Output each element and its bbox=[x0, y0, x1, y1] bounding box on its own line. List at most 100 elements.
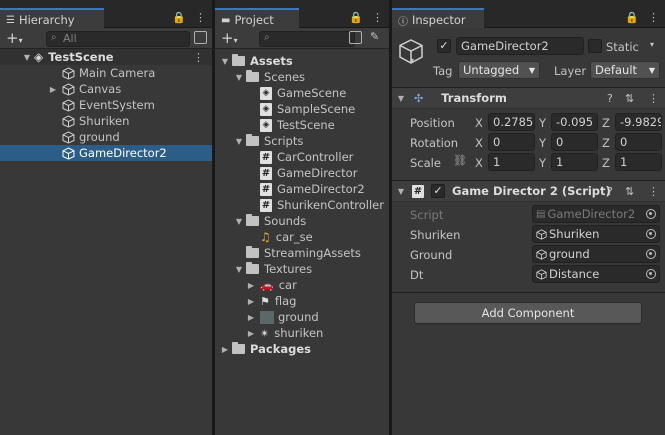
component-menu-icon[interactable]: ⋮ bbox=[648, 92, 659, 105]
shuriken-object-field[interactable]: Shuriken bbox=[532, 225, 660, 243]
tab-hierarchy[interactable]: ☰ Hierarchy bbox=[0, 8, 104, 28]
asset-item[interactable]: ◈ GameScene bbox=[215, 85, 389, 101]
asset-item[interactable]: ▶ ✴ shuriken bbox=[215, 325, 389, 341]
scale-y-field[interactable]: 1 bbox=[551, 153, 598, 171]
scale-z-value: 1 bbox=[620, 155, 628, 169]
scale-z-field[interactable]: 1 bbox=[615, 153, 662, 171]
project-tabbar: ▬ Project 🔒 ⋮ bbox=[215, 0, 389, 28]
folder-row[interactable]: ▼ Scenes bbox=[215, 69, 389, 85]
filter-label-icon[interactable]: ✎ bbox=[370, 30, 379, 43]
lock-icon[interactable]: 🔒 bbox=[349, 11, 363, 24]
asset-item[interactable]: ▶ ⚑ flag bbox=[215, 293, 389, 309]
more-menu-icon[interactable]: ⋮ bbox=[195, 11, 206, 24]
scene-menu-icon[interactable]: ⋮ bbox=[193, 51, 204, 64]
expand-icon[interactable]: ▶ bbox=[246, 329, 256, 338]
collapse-icon[interactable]: ▼ bbox=[234, 217, 244, 226]
folder-row-packages[interactable]: ▶ Packages bbox=[215, 341, 389, 357]
hierarchy-item[interactable]: Main Camera bbox=[0, 65, 212, 81]
collapse-icon[interactable]: ▼ bbox=[396, 94, 406, 103]
folder-row[interactable]: ▼ Sounds bbox=[215, 213, 389, 229]
asset-item[interactable]: # CarController bbox=[215, 149, 389, 165]
help-icon[interactable]: ? bbox=[607, 92, 613, 105]
hierarchy-item[interactable]: EventSystem bbox=[0, 97, 212, 113]
folder-tab-icon: ▬ bbox=[221, 14, 231, 26]
object-picker-icon[interactable] bbox=[646, 249, 656, 259]
object-picker-icon[interactable] bbox=[646, 269, 656, 279]
tag-dropdown[interactable]: Untagged ▼ bbox=[458, 61, 540, 79]
expand-icon[interactable]: ▶ bbox=[246, 313, 256, 322]
transform-header[interactable]: ▼ ✣ Transform ? ⇅ ⋮ bbox=[392, 87, 665, 109]
more-menu-icon[interactable]: ⋮ bbox=[372, 11, 383, 24]
collapse-icon[interactable]: ▼ bbox=[220, 57, 230, 66]
active-checkbox[interactable]: ✓ bbox=[437, 39, 451, 53]
collapse-icon[interactable]: ▼ bbox=[234, 73, 244, 82]
tab-project[interactable]: ▬ Project bbox=[215, 8, 299, 28]
collapse-icon[interactable]: ▼ bbox=[234, 137, 244, 146]
hierarchy-item[interactable]: ground bbox=[0, 129, 212, 145]
icon-dropdown-icon[interactable]: ▾ bbox=[410, 56, 414, 65]
rotation-y-label: Y bbox=[539, 136, 547, 150]
tab-inspector[interactable]: ⓘ Inspector bbox=[392, 8, 484, 28]
rotation-x-field[interactable]: 0 bbox=[488, 133, 535, 151]
asset-item[interactable]: ◈ TestScene bbox=[215, 117, 389, 133]
expand-icon[interactable]: ▶ bbox=[220, 345, 230, 354]
hierarchy-item-selected[interactable]: GameDirector2 bbox=[0, 145, 212, 161]
asset-item[interactable]: ◈ SampleScene bbox=[215, 101, 389, 117]
filter-type-icon[interactable] bbox=[349, 31, 362, 44]
object-name-field[interactable]: GameDirector2 bbox=[456, 37, 584, 55]
script-component-header[interactable]: ▼ # ✓ Game Director 2 (Script) ? ⇅ ⋮ bbox=[392, 180, 665, 202]
scale-x-field[interactable]: 1 bbox=[488, 153, 535, 171]
create-button[interactable]: +▾ bbox=[221, 29, 238, 47]
asset-item[interactable]: # GameDirector bbox=[215, 165, 389, 181]
constrain-proportions-icon[interactable]: ⛓ bbox=[453, 154, 467, 167]
scene-row[interactable]: ▼ ◈ TestScene ⋮ bbox=[0, 49, 212, 65]
asset-item[interactable]: ▶ 🚗 car bbox=[215, 277, 389, 293]
collapse-icon[interactable]: ▼ bbox=[22, 53, 32, 62]
asset-item[interactable]: ▶ ground bbox=[215, 309, 389, 325]
object-picker-icon[interactable] bbox=[646, 229, 656, 239]
rotation-z-field[interactable]: 0 bbox=[615, 133, 662, 151]
folder-row[interactable]: ▼ Textures bbox=[215, 261, 389, 277]
expand-icon[interactable]: ▶ bbox=[48, 85, 58, 94]
expand-icon[interactable]: ▶ bbox=[246, 297, 256, 306]
asset-item[interactable]: # GameDirector2 bbox=[215, 181, 389, 197]
position-z-field[interactable]: -9.9829 bbox=[615, 113, 662, 131]
collapse-icon[interactable]: ▼ bbox=[234, 265, 244, 274]
help-icon[interactable]: ? bbox=[607, 185, 613, 198]
folder-row-assets[interactable]: ▼ Assets bbox=[215, 53, 389, 69]
position-x-field[interactable]: 0.2785 bbox=[488, 113, 535, 131]
presets-icon[interactable]: ⇅ bbox=[625, 185, 634, 198]
scale-label: Scale bbox=[410, 156, 441, 170]
static-checkbox[interactable] bbox=[588, 39, 602, 53]
dt-object-field[interactable]: Distance bbox=[532, 265, 660, 283]
folder-row[interactable]: ▼ Scripts bbox=[215, 133, 389, 149]
project-search-input[interactable]: ⌕ bbox=[259, 31, 355, 47]
component-enabled-checkbox[interactable]: ✓ bbox=[431, 184, 445, 198]
filter-icon[interactable] bbox=[194, 31, 207, 44]
add-component-button[interactable]: Add Component bbox=[414, 302, 642, 324]
presets-icon[interactable]: ⇅ bbox=[625, 92, 634, 105]
unity-scene-icon: ◈ bbox=[34, 50, 44, 64]
script-component-title: Game Director 2 (Script) bbox=[452, 184, 611, 198]
create-button[interactable]: +▾ bbox=[6, 29, 23, 47]
folder-row[interactable]: StreamingAssets bbox=[215, 245, 389, 261]
ground-object-field[interactable]: ground bbox=[532, 245, 660, 263]
chevron-down-icon: ▾ bbox=[18, 36, 23, 45]
csharp-script-icon: # bbox=[412, 184, 424, 198]
layer-dropdown[interactable]: Default ▼ bbox=[590, 61, 660, 79]
inspector-tab-label: Inspector bbox=[412, 13, 466, 27]
lock-icon[interactable]: 🔒 bbox=[172, 11, 186, 24]
asset-item[interactable]: # ShurikenController bbox=[215, 197, 389, 213]
asset-item[interactable]: ♫ car_se bbox=[215, 229, 389, 245]
hierarchy-search-input[interactable]: ⌕ All bbox=[46, 31, 190, 47]
expand-icon[interactable]: ▶ bbox=[246, 281, 256, 290]
static-dropdown-icon[interactable]: ▾ bbox=[650, 40, 654, 49]
component-menu-icon[interactable]: ⋮ bbox=[648, 185, 659, 198]
collapse-icon[interactable]: ▼ bbox=[396, 187, 406, 196]
hierarchy-item[interactable]: ▶ Canvas bbox=[0, 81, 212, 97]
rotation-y-field[interactable]: 0 bbox=[551, 133, 598, 151]
lock-icon[interactable]: 🔒 bbox=[625, 11, 639, 24]
more-menu-icon[interactable]: ⋮ bbox=[648, 11, 659, 24]
hierarchy-item[interactable]: Shuriken bbox=[0, 113, 212, 129]
position-y-field[interactable]: -0.095 bbox=[551, 113, 598, 131]
